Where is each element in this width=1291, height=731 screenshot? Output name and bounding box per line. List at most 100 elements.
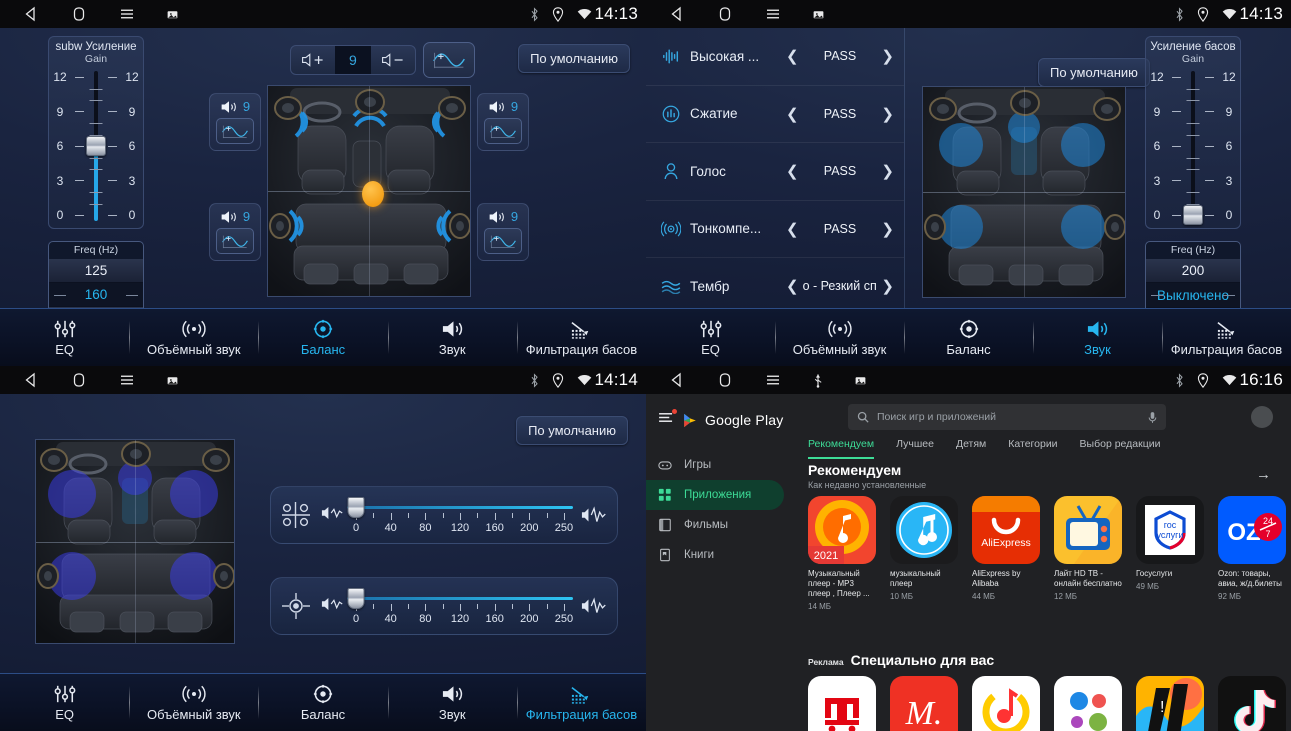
nav-item-surround[interactable]: Объёмный звук <box>129 309 258 366</box>
chevron-right-icon[interactable]: ❯ <box>877 47 898 65</box>
avatar[interactable] <box>1251 406 1273 428</box>
app-card[interactable]: 2021 Музыкальный плеер - MP3 плеер , Плее… <box>808 496 876 611</box>
search-input[interactable]: Поиск игр и приложений <box>848 404 1166 430</box>
nav-item-surround[interactable]: Объёмный звук <box>129 674 258 731</box>
nav-item-sound[interactable]: Звук <box>1033 309 1162 366</box>
gp-nav-item-3[interactable]: Книги <box>646 540 784 570</box>
app-card[interactable] <box>1054 676 1122 731</box>
nav-item-bass-filter[interactable]: Фильтрация басов <box>516 674 646 731</box>
gp-tab-1[interactable]: Лучшее <box>896 438 934 459</box>
app-card[interactable]: M. <box>890 676 958 731</box>
chevron-left-icon[interactable]: ❮ <box>782 162 803 180</box>
back-icon[interactable] <box>668 5 686 23</box>
home-icon[interactable] <box>716 5 734 23</box>
nav-item-bass-filter[interactable]: Фильтрация басов <box>516 309 646 366</box>
app-card[interactable]: музыкальный плеер 10 МБ <box>890 496 958 611</box>
home-icon[interactable] <box>70 5 88 23</box>
app-card[interactable]: Лайт HD ТВ - онлайн бесплатно 12 МБ <box>1054 496 1122 611</box>
eq-curve-icon[interactable] <box>216 228 254 254</box>
app-size: 92 МБ <box>1218 592 1242 601</box>
chevron-right-icon[interactable]: ❯ <box>877 220 898 238</box>
gp-tab-2[interactable]: Детям <box>956 438 986 459</box>
app-card[interactable]: OZ 24 7 Ozon: товары, авиа, ж/д.билеты 92 МБ <box>1218 496 1286 611</box>
back-icon[interactable] <box>22 5 40 23</box>
home-icon[interactable] <box>716 371 734 389</box>
default-button-1[interactable]: По умолчанию <box>518 44 630 73</box>
sound-setting-row[interactable]: Высокая ... ❮ PASS ❯ <box>646 28 904 86</box>
nav-item-surround[interactable]: Объёмный звук <box>775 309 904 366</box>
back-icon[interactable] <box>22 371 40 389</box>
chevron-right-icon[interactable]: ❯ <box>877 105 898 123</box>
eq-curve-icon[interactable] <box>484 228 522 254</box>
app-card[interactable] <box>808 676 876 731</box>
gp-nav-item-0[interactable]: Игры <box>646 450 784 480</box>
chevron-right-icon[interactable]: ❯ <box>877 162 898 180</box>
menu-icon[interactable] <box>118 371 136 389</box>
filter-slider-track-2[interactable]: 0 40 80 120 160 200 250 <box>347 584 573 628</box>
eq-curve-icon[interactable] <box>216 118 254 144</box>
nav-item-eq[interactable]: EQ <box>646 309 775 366</box>
app-card[interactable]: гос услуги Госуслуги 49 МБ <box>1136 496 1204 611</box>
chevron-right-icon[interactable]: ❯ <box>877 277 898 295</box>
arrow-right-icon[interactable]: → <box>1256 466 1271 483</box>
gp-tab-3[interactable]: Категории <box>1008 438 1057 459</box>
default-button-2[interactable]: По умолчанию <box>1038 58 1150 87</box>
car-seat-diagram-1[interactable] <box>267 85 471 297</box>
gp-nav-item-2[interactable]: Фильмы <box>646 510 784 540</box>
nav-item-balance[interactable]: Баланс <box>258 309 387 366</box>
chevron-left-icon[interactable]: ❮ <box>782 277 803 295</box>
freq-above-2[interactable]: 200 <box>1146 259 1240 283</box>
screenshot-icon[interactable] <box>166 374 179 387</box>
screenshot-icon[interactable] <box>854 374 867 387</box>
freq-above-1[interactable]: 125 <box>49 259 143 283</box>
nav-item-sound[interactable]: Звук <box>387 309 517 366</box>
back-icon[interactable] <box>668 371 686 389</box>
app-card[interactable] <box>972 676 1040 731</box>
car-seat-diagram-3[interactable] <box>35 439 235 644</box>
slider-knob[interactable] <box>1183 205 1203 225</box>
eq-curve-icon[interactable] <box>422 42 475 78</box>
slider-knob[interactable] <box>86 136 106 156</box>
app-card[interactable]: AliExpress AliExpress by Alibaba 44 МБ <box>972 496 1040 611</box>
filter-slider-track-1[interactable]: 0 40 80 120 160 200 250 <box>347 493 573 537</box>
nav-item-bass-filter[interactable]: Фильтрация басов <box>1162 309 1291 366</box>
volume-minus-icon[interactable] <box>371 47 415 73</box>
sound-setting-row[interactable]: Сжатие ❮ PASS ❯ <box>646 86 904 143</box>
freq-current-value-1: 160 <box>84 287 108 302</box>
menu-icon[interactable] <box>764 371 782 389</box>
car-seat-diagram-2[interactable] <box>922 86 1126 298</box>
screenshot-icon[interactable] <box>812 8 825 21</box>
balance-position-dot[interactable] <box>362 181 384 207</box>
gp-tab-0[interactable]: Рекомендуем <box>808 438 875 459</box>
chevron-left-icon[interactable]: ❮ <box>782 105 803 123</box>
nav-item-balance[interactable]: Баланс <box>904 309 1033 366</box>
gp-tab-4[interactable]: Выбор редакции <box>1080 438 1161 459</box>
sound-setting-row[interactable]: Тонкомпе... ❮ PASS ❯ <box>646 201 904 258</box>
menu-icon[interactable] <box>118 5 136 23</box>
slider-knob[interactable] <box>347 588 365 609</box>
screenshot-icon[interactable] <box>166 8 179 21</box>
nav-item-eq[interactable]: EQ <box>0 309 129 366</box>
gp-nav-item-1[interactable]: Приложения <box>646 480 784 510</box>
app-card[interactable] <box>1218 676 1286 731</box>
mic-icon[interactable] <box>1148 411 1157 424</box>
eq-curve-icon[interactable] <box>484 118 522 144</box>
freq-current-1[interactable]: 160 <box>49 283 143 307</box>
slider-knob[interactable] <box>347 497 365 518</box>
bass-gain-slider[interactable]: 12 12 9 9 6 6 3 3 0 0 <box>1146 67 1240 225</box>
sound-setting-row[interactable]: Тембр ❮ о - Резкий спа ❯ <box>646 258 904 316</box>
chevron-left-icon[interactable]: ❮ <box>782 47 803 65</box>
default-button-3[interactable]: По умолчанию <box>516 416 628 445</box>
chevron-left-icon[interactable]: ❮ <box>782 220 803 238</box>
volume-plus-icon[interactable] <box>291 47 335 73</box>
menu-icon[interactable] <box>764 5 782 23</box>
nav-item-balance[interactable]: Баланс <box>258 674 387 731</box>
hamburger-icon[interactable] <box>658 409 677 429</box>
nav-item-sound[interactable]: Звук <box>387 674 517 731</box>
nav-item-eq[interactable]: EQ <box>0 674 129 731</box>
app-card[interactable]: ! <box>1136 676 1204 731</box>
freq-current-2[interactable]: Выключено <box>1146 283 1240 308</box>
home-icon[interactable] <box>70 371 88 389</box>
sound-setting-row[interactable]: Голос ❮ PASS ❯ <box>646 143 904 201</box>
subwoofer-gain-slider[interactable]: 12 12 9 9 6 6 3 3 0 0 <box>49 67 143 225</box>
